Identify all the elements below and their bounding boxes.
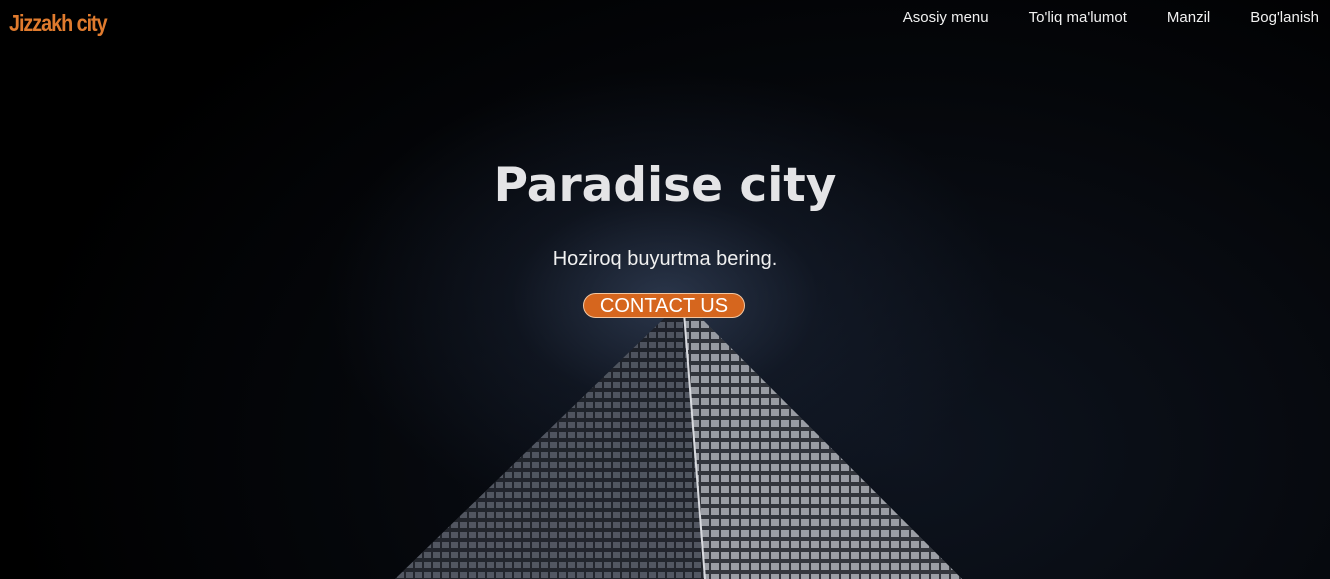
hero-title: Paradise city	[493, 158, 837, 213]
nav-link-asosiy-menu[interactable]: Asosiy menu	[903, 9, 989, 27]
nav-link-toliq-malumot[interactable]: To'liq ma'lumot	[1029, 9, 1127, 27]
skyscraper-background-image	[395, 299, 962, 579]
hero-section: Jizzakh city Asosiy menu To'liq ma'lumot…	[0, 0, 1330, 579]
top-navigation: Asosiy menu To'liq ma'lumot Manzil Bog'l…	[903, 9, 1319, 27]
contact-us-button[interactable]: CONTACT US	[583, 293, 745, 318]
hero-subtitle: Hoziroq buyurtma bering.	[552, 248, 778, 270]
nav-link-manzil[interactable]: Manzil	[1167, 9, 1210, 27]
site-logo[interactable]: Jizzakh city	[9, 9, 108, 37]
nav-link-boglanish[interactable]: Bog'lanish	[1250, 9, 1319, 27]
